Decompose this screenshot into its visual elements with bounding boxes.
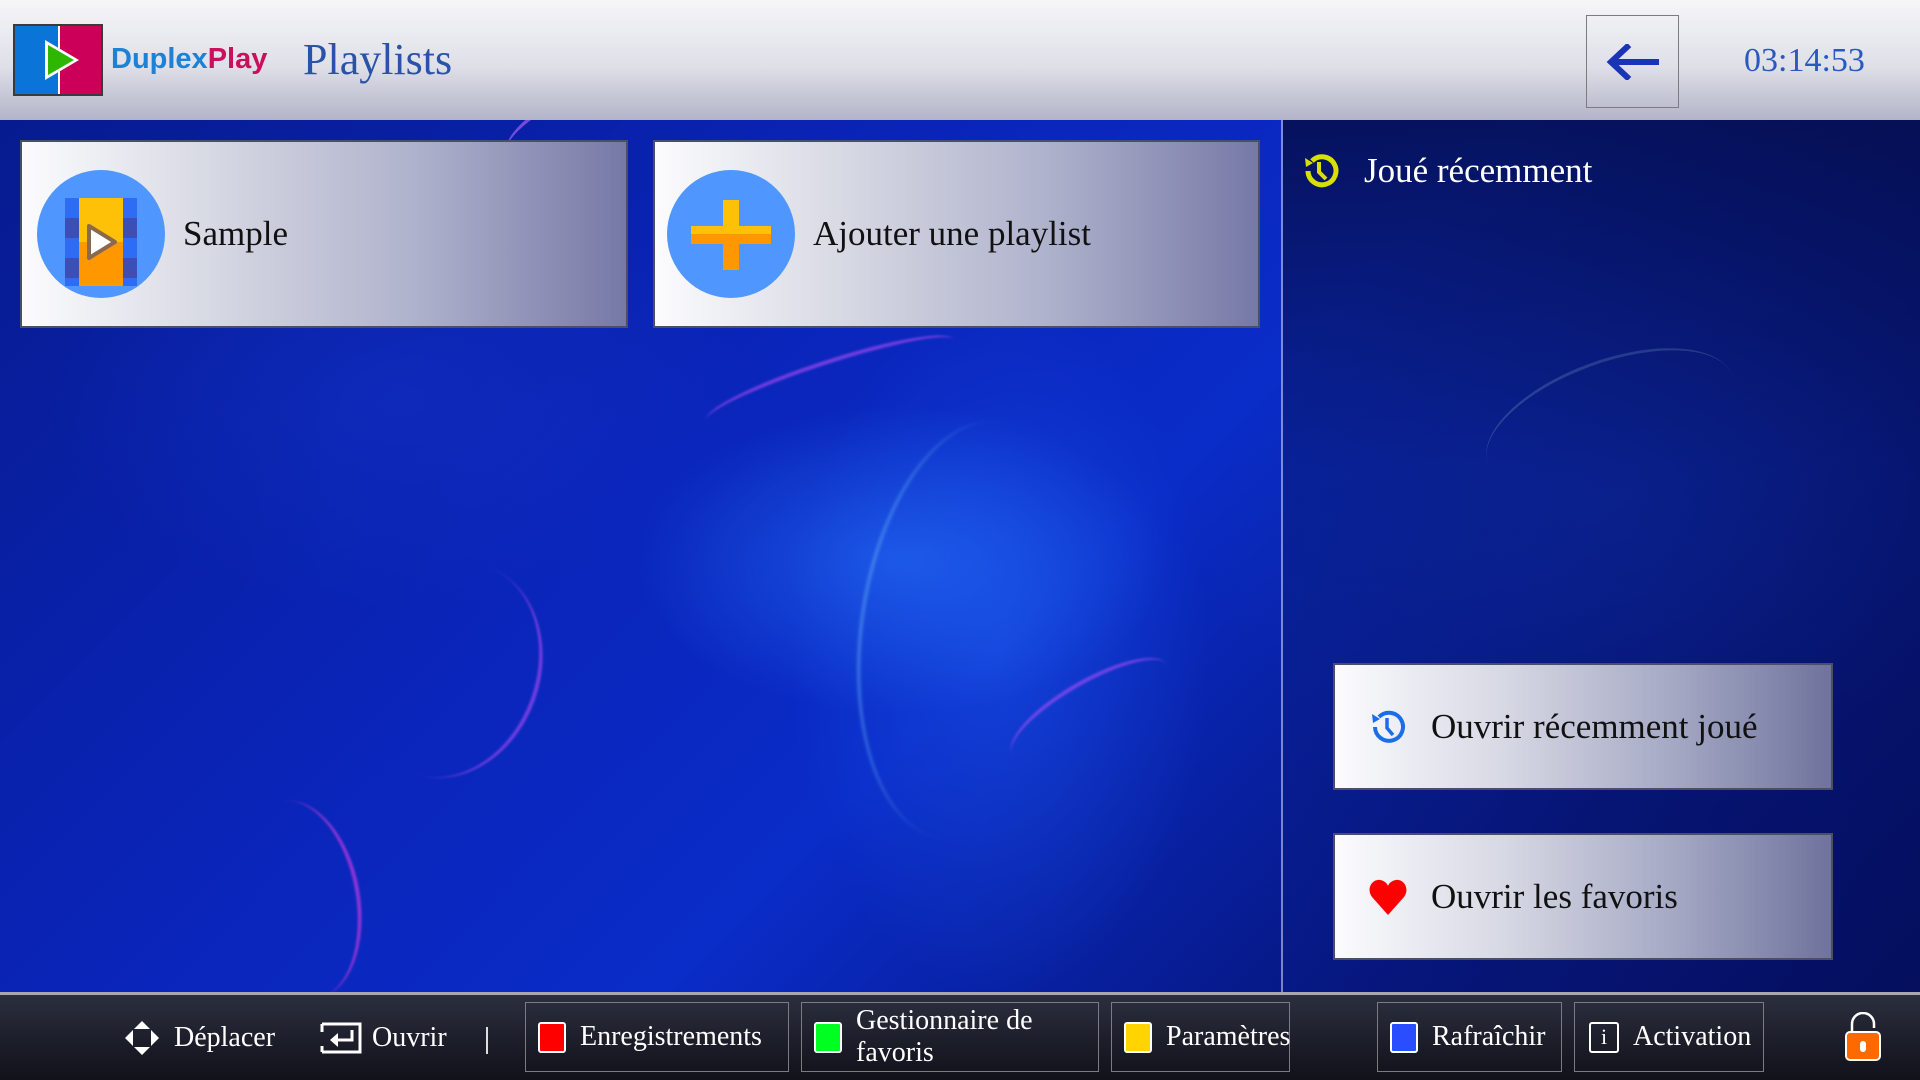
- background-streak: [223, 791, 377, 1009]
- clock: 03:14:53: [1744, 42, 1865, 79]
- history-icon: [1372, 710, 1405, 743]
- video-playlist-icon: [65, 198, 137, 286]
- favorites-manager-label: Gestionnaire de favoris: [856, 1005, 1033, 1068]
- refresh-button[interactable]: Rafraîchir: [1377, 1002, 1562, 1072]
- arrow-left-icon: [1606, 43, 1659, 80]
- unlocked-padlock-icon: [1845, 1011, 1881, 1061]
- open-favorites-label: Ouvrir les favoris: [1431, 876, 1678, 916]
- playlist-card-sample[interactable]: Sample: [20, 140, 628, 328]
- duplexplay-logo-icon: [13, 24, 103, 96]
- move-hint-label: Déplacer: [174, 1022, 276, 1053]
- lock-button[interactable]: [1844, 1011, 1884, 1067]
- background-streak: [997, 639, 1183, 781]
- add-playlist-icon-circle: [667, 170, 795, 298]
- open-hint-label: Ouvrir: [372, 1022, 447, 1053]
- add-playlist-label: Ajouter une playlist: [813, 214, 1092, 253]
- recent-heading-label: Joué récemment: [1364, 151, 1593, 190]
- bottom-bar-separator: [486, 1027, 488, 1054]
- yellow-key-icon: [1124, 1021, 1152, 1053]
- add-playlist-card[interactable]: Ajouter une playlist: [653, 140, 1260, 328]
- background-streak: [700, 320, 960, 440]
- info-icon: i: [1589, 1021, 1619, 1053]
- open-recently-played-label: Ouvrir récemment joué: [1431, 706, 1758, 746]
- dpad-icon: [125, 1021, 159, 1055]
- settings-label: Paramètres: [1166, 1021, 1291, 1052]
- open-hint: Ouvrir: [320, 1010, 447, 1066]
- blue-key-icon: [1390, 1021, 1418, 1053]
- page-title: Playlists: [303, 35, 453, 84]
- favorites-manager-button[interactable]: Gestionnaire de favoris: [801, 1002, 1099, 1072]
- heart-icon: [1369, 879, 1407, 915]
- refresh-label: Rafraîchir: [1432, 1021, 1546, 1052]
- playlist-icon-circle: [37, 170, 165, 298]
- header-bar: DuplexPlay Playlists 03:14:53: [0, 0, 1920, 120]
- history-icon: [1305, 154, 1339, 188]
- open-recently-played-button[interactable]: Ouvrir récemment joué: [1333, 663, 1833, 790]
- recordings-label: Enregistrements: [580, 1021, 762, 1052]
- playlist-label: Sample: [183, 214, 288, 253]
- recordings-button[interactable]: Enregistrements: [525, 1002, 789, 1072]
- activation-button[interactable]: i Activation: [1574, 1002, 1764, 1072]
- brand-name: DuplexPlay: [111, 43, 267, 76]
- back-button[interactable]: [1586, 15, 1679, 108]
- activation-label: Activation: [1633, 1021, 1752, 1052]
- open-favorites-button[interactable]: Ouvrir les favoris: [1333, 833, 1833, 960]
- settings-button[interactable]: Paramètres: [1111, 1002, 1290, 1072]
- red-key-icon: [538, 1021, 566, 1053]
- green-key-icon: [814, 1021, 842, 1053]
- move-hint: Déplacer: [124, 1010, 275, 1066]
- brand-name-part1: Duplex: [111, 43, 208, 75]
- brand-name-part2: Play: [207, 43, 268, 75]
- enter-icon: [320, 1022, 362, 1054]
- recent-heading: Joué récemment: [1300, 150, 1592, 192]
- background-streak: [327, 535, 573, 805]
- plus-icon: [691, 200, 771, 270]
- background-streak: [831, 406, 1109, 854]
